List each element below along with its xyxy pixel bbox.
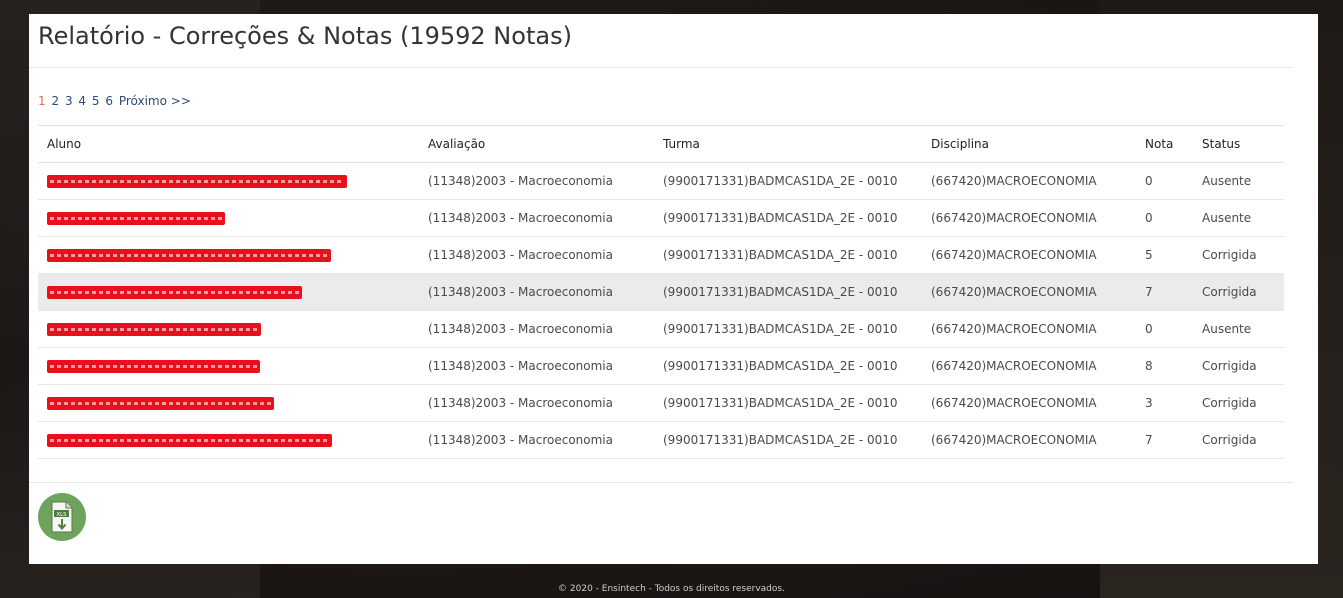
avaliacao-cell: (11348)2003 - Macroeconomia: [419, 421, 654, 459]
table-row: (11348)2003 - Macroeconomia (9900171331)…: [38, 236, 1284, 274]
page-title: Relatório - Correções & Notas (19592 Not…: [38, 22, 572, 50]
aluno-cell: [38, 199, 419, 237]
table-row: (11348)2003 - Macroeconomia (9900171331)…: [38, 347, 1284, 385]
redacted-student-name: [47, 175, 347, 188]
aluno-cell: [38, 236, 419, 274]
turma-cell: (9900171331)BADMCAS1DA_2E - 0010: [654, 421, 922, 459]
aluno-cell: [38, 347, 419, 385]
grades-table: Aluno Avaliação Turma Disciplina Nota St…: [38, 125, 1284, 459]
header-avaliacao: Avaliação: [419, 125, 654, 163]
table-row: (11348)2003 - Macroeconomia (9900171331)…: [38, 421, 1284, 459]
xls-file-download-icon: XLS: [51, 501, 73, 533]
nota-cell: 7: [1136, 273, 1193, 311]
status-cell: Ausente: [1193, 199, 1284, 237]
aluno-cell: [38, 384, 419, 422]
status-cell: Corrigida: [1193, 384, 1284, 422]
redacted-student-name: [47, 434, 332, 447]
nota-cell: 0: [1136, 199, 1193, 237]
avaliacao-cell: (11348)2003 - Macroeconomia: [419, 162, 654, 200]
nota-cell: 3: [1136, 384, 1193, 422]
disciplina-cell: (667420)MACROECONOMIA: [922, 199, 1136, 237]
next-page-link[interactable]: Próximo >>: [119, 94, 191, 108]
redacted-student-name: [47, 323, 261, 336]
divider-bottom: [29, 482, 1293, 483]
footer-copyright: © 2020 - Ensintech - Todos os direitos r…: [558, 584, 785, 594]
disciplina-cell: (667420)MACROECONOMIA: [922, 162, 1136, 200]
table-row: (11348)2003 - Macroeconomia (9900171331)…: [38, 199, 1284, 237]
disciplina-cell: (667420)MACROECONOMIA: [922, 273, 1136, 311]
redacted-student-name: [47, 212, 225, 225]
page-link-6[interactable]: 6: [105, 94, 113, 108]
redacted-student-name: [47, 360, 260, 373]
avaliacao-cell: (11348)2003 - Macroeconomia: [419, 347, 654, 385]
aluno-cell: [38, 310, 419, 348]
page-link-3[interactable]: 3: [65, 94, 73, 108]
avaliacao-cell: (11348)2003 - Macroeconomia: [419, 310, 654, 348]
header-nota: Nota: [1136, 125, 1193, 163]
redacted-student-name: [47, 286, 302, 299]
header-turma: Turma: [654, 125, 922, 163]
status-cell: Corrigida: [1193, 273, 1284, 311]
aluno-cell: [38, 421, 419, 459]
page-link-1[interactable]: 1: [38, 94, 46, 108]
status-cell: Ausente: [1193, 310, 1284, 348]
turma-cell: (9900171331)BADMCAS1DA_2E - 0010: [654, 384, 922, 422]
status-cell: Ausente: [1193, 162, 1284, 200]
nota-cell: 8: [1136, 347, 1193, 385]
report-panel: Relatório - Correções & Notas (19592 Not…: [29, 14, 1318, 564]
nota-cell: 0: [1136, 310, 1193, 348]
status-cell: Corrigida: [1193, 236, 1284, 274]
turma-cell: (9900171331)BADMCAS1DA_2E - 0010: [654, 236, 922, 274]
header-status: Status: [1193, 125, 1284, 163]
page-link-4[interactable]: 4: [78, 94, 86, 108]
table-header-row: Aluno Avaliação Turma Disciplina Nota St…: [38, 125, 1284, 163]
status-cell: Corrigida: [1193, 421, 1284, 459]
table-row: (11348)2003 - Macroeconomia (9900171331)…: [38, 273, 1284, 311]
table-row: (11348)2003 - Macroeconomia (9900171331)…: [38, 310, 1284, 348]
redacted-student-name: [47, 249, 331, 262]
disciplina-cell: (667420)MACROECONOMIA: [922, 347, 1136, 385]
turma-cell: (9900171331)BADMCAS1DA_2E - 0010: [654, 273, 922, 311]
nota-cell: 5: [1136, 236, 1193, 274]
divider-top: [29, 67, 1293, 68]
export-xls-button[interactable]: XLS: [38, 493, 86, 541]
pagination: 1 2 3 4 5 6 Próximo >>: [38, 94, 193, 108]
turma-cell: (9900171331)BADMCAS1DA_2E - 0010: [654, 347, 922, 385]
page-link-5[interactable]: 5: [92, 94, 100, 108]
disciplina-cell: (667420)MACROECONOMIA: [922, 384, 1136, 422]
avaliacao-cell: (11348)2003 - Macroeconomia: [419, 199, 654, 237]
table-row: (11348)2003 - Macroeconomia (9900171331)…: [38, 384, 1284, 422]
page-link-2[interactable]: 2: [51, 94, 59, 108]
avaliacao-cell: (11348)2003 - Macroeconomia: [419, 384, 654, 422]
aluno-cell: [38, 273, 419, 311]
avaliacao-cell: (11348)2003 - Macroeconomia: [419, 236, 654, 274]
table-row: (11348)2003 - Macroeconomia (9900171331)…: [38, 162, 1284, 200]
nota-cell: 0: [1136, 162, 1193, 200]
aluno-cell: [38, 162, 419, 200]
turma-cell: (9900171331)BADMCAS1DA_2E - 0010: [654, 310, 922, 348]
disciplina-cell: (667420)MACROECONOMIA: [922, 310, 1136, 348]
header-aluno: Aluno: [38, 125, 419, 163]
disciplina-cell: (667420)MACROECONOMIA: [922, 236, 1136, 274]
turma-cell: (9900171331)BADMCAS1DA_2E - 0010: [654, 162, 922, 200]
xls-icon-label: XLS: [56, 512, 67, 518]
nota-cell: 7: [1136, 421, 1193, 459]
turma-cell: (9900171331)BADMCAS1DA_2E - 0010: [654, 199, 922, 237]
header-disciplina: Disciplina: [922, 125, 1136, 163]
avaliacao-cell: (11348)2003 - Macroeconomia: [419, 273, 654, 311]
redacted-student-name: [47, 397, 274, 410]
disciplina-cell: (667420)MACROECONOMIA: [922, 421, 1136, 459]
status-cell: Corrigida: [1193, 347, 1284, 385]
